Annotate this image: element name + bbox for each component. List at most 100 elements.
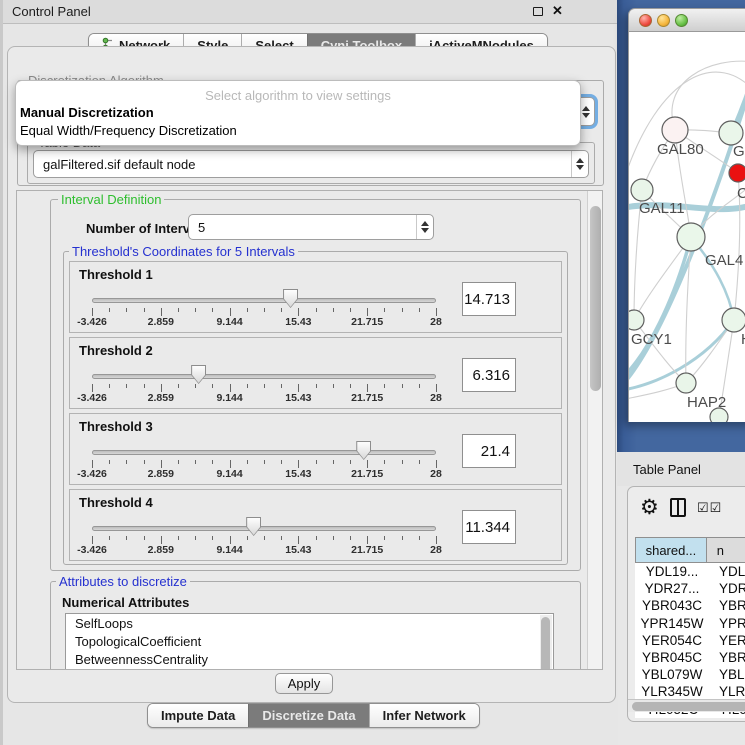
list-item[interactable]: TopologicalCoefficient — [66, 632, 553, 650]
combo-stepper-icon — [571, 151, 588, 177]
slider-tick — [195, 308, 196, 312]
split-columns-icon[interactable] — [670, 498, 686, 517]
close-icon[interactable]: ✕ — [552, 3, 563, 19]
table-row[interactable]: YLR345WYLR3 — [635, 683, 745, 700]
slider-tick — [281, 308, 282, 312]
cell-shared-name: YBR045C — [635, 650, 709, 665]
table-row[interactable]: YPR145WYPR1 — [635, 615, 745, 632]
num-intervals-value: 5 — [189, 220, 416, 235]
slider-tick — [144, 384, 145, 388]
slider-tick — [384, 460, 385, 464]
node-label: GCY1 — [631, 331, 672, 348]
slider-tick — [178, 536, 179, 540]
apply-button[interactable]: Apply — [275, 673, 333, 694]
checkboxes-icon[interactable]: ☑☑ — [697, 500, 722, 516]
combo-stepper-icon — [416, 215, 433, 239]
table-row[interactable]: YDL19...YDL1 — [635, 563, 745, 580]
table-horizontal-scrollbar[interactable] — [628, 699, 745, 712]
column-header-shared-name[interactable]: shared... — [635, 537, 707, 563]
dropdown-hint: Select algorithm to view settings — [16, 88, 580, 103]
slider-thumb[interactable] — [356, 441, 371, 460]
threshold-slider-track[interactable] — [92, 298, 436, 303]
threshold-slider-track[interactable] — [92, 450, 436, 455]
minimize-traffic-light-icon[interactable] — [657, 14, 670, 27]
column-header-name[interactable]: n — [707, 537, 745, 563]
cell-shared-name: YBL079W — [635, 667, 709, 682]
slider-tick-label: 2.859 — [148, 468, 174, 480]
scrollbar-thumb[interactable] — [590, 206, 601, 391]
slider-tick — [281, 536, 282, 540]
table-row[interactable]: YBL079WYBL0 — [635, 666, 745, 683]
threshold-value-field[interactable]: 6.316 — [462, 358, 516, 392]
list-item[interactable]: BetweennessCentrality — [66, 650, 553, 668]
threshold-slider-track[interactable] — [92, 374, 436, 379]
slider-tick — [436, 536, 437, 544]
cell-name: YBR0 — [709, 598, 745, 613]
network-node — [629, 310, 644, 330]
slider-tick — [212, 384, 213, 388]
dropdown-option-manual[interactable]: Manual Discretization — [19, 105, 577, 123]
table-row[interactable]: YDR27...YDR2 — [635, 580, 745, 597]
table-row[interactable]: YER054CYER0 — [635, 632, 745, 649]
float-window-icon[interactable] — [533, 7, 543, 16]
network-node — [677, 223, 705, 251]
slider-tick — [212, 460, 213, 464]
settings-vertical-scrollbar[interactable] — [587, 191, 602, 669]
slider-tick-label: 28 — [430, 316, 442, 328]
slider-tick — [402, 308, 403, 312]
tab-infer-network[interactable]: Infer Network — [369, 704, 479, 727]
scrollbar-thumb[interactable] — [632, 702, 745, 711]
slider-tick — [436, 308, 437, 316]
slider-tick — [126, 460, 127, 464]
threshold-value-field[interactable]: 14.713 — [462, 282, 516, 316]
close-traffic-light-icon[interactable] — [639, 14, 652, 27]
network-node — [729, 164, 745, 182]
num-intervals-combobox[interactable]: 5 — [188, 214, 434, 240]
tab-label: Discretize Data — [262, 708, 355, 723]
dropdown-option-equal-width[interactable]: Equal Width/Frequency Discretization — [19, 123, 577, 141]
attributes-scrollbar[interactable] — [540, 615, 552, 670]
zoom-traffic-light-icon[interactable] — [675, 14, 688, 27]
slider-tick — [178, 308, 179, 312]
slider-tick-label: 28 — [430, 392, 442, 404]
network-window-titlebar[interactable] — [628, 8, 745, 32]
slider-tick-label: 9.144 — [216, 544, 242, 556]
threshold-value-field[interactable]: 21.4 — [462, 434, 516, 468]
node-label: HAP2 — [687, 394, 726, 411]
slider-tick — [367, 460, 368, 468]
cell-name: YDL1 — [709, 564, 745, 579]
slider-tick-label: 15.43 — [285, 468, 311, 480]
slider-tick — [350, 384, 351, 388]
slider-tick-label: 9.144 — [216, 316, 242, 328]
threshold-slider-track[interactable] — [92, 526, 436, 531]
table-data-combobox[interactable]: galFiltered.sif default node — [33, 150, 589, 178]
network-node — [662, 117, 688, 143]
slider-tick — [298, 308, 299, 316]
slider-tick — [384, 384, 385, 388]
slider-tick-label: 28 — [430, 544, 442, 556]
slider-tick-label: 15.43 — [285, 544, 311, 556]
table-row[interactable]: YBR045CYBR0 — [635, 649, 745, 666]
bottom-tab-bar: Impute Data Discretize Data Infer Network — [147, 703, 480, 728]
slider-tick — [419, 308, 420, 312]
table-row[interactable]: YBR043CYBR0 — [635, 597, 745, 614]
slider-tick — [126, 308, 127, 312]
slider-tick — [178, 460, 179, 464]
slider-thumb[interactable] — [191, 365, 206, 384]
cell-name: YDR2 — [709, 581, 745, 596]
tab-label: Impute Data — [161, 708, 235, 723]
numerical-attributes-list[interactable]: SelfLoopsTopologicalCoefficientBetweenne… — [65, 613, 554, 670]
slider-tick — [316, 384, 317, 388]
slider-thumb[interactable] — [246, 517, 261, 536]
slider-tick — [92, 460, 93, 468]
gear-icon[interactable]: ⚙ — [640, 495, 659, 520]
slider-thumb[interactable] — [283, 289, 298, 308]
tab-discretize-data[interactable]: Discretize Data — [248, 704, 368, 727]
list-item[interactable]: SelfLoops — [66, 614, 553, 632]
tab-impute-data[interactable]: Impute Data — [148, 704, 248, 727]
threshold-value-field[interactable]: 11.344 — [462, 510, 516, 544]
network-edge — [629, 237, 691, 377]
network-canvas[interactable]: GAL80GCGAL11GAL4GCY1HHAP2 — [628, 32, 745, 422]
cell-shared-name: YLR345W — [635, 684, 709, 699]
slider-tick — [384, 536, 385, 540]
